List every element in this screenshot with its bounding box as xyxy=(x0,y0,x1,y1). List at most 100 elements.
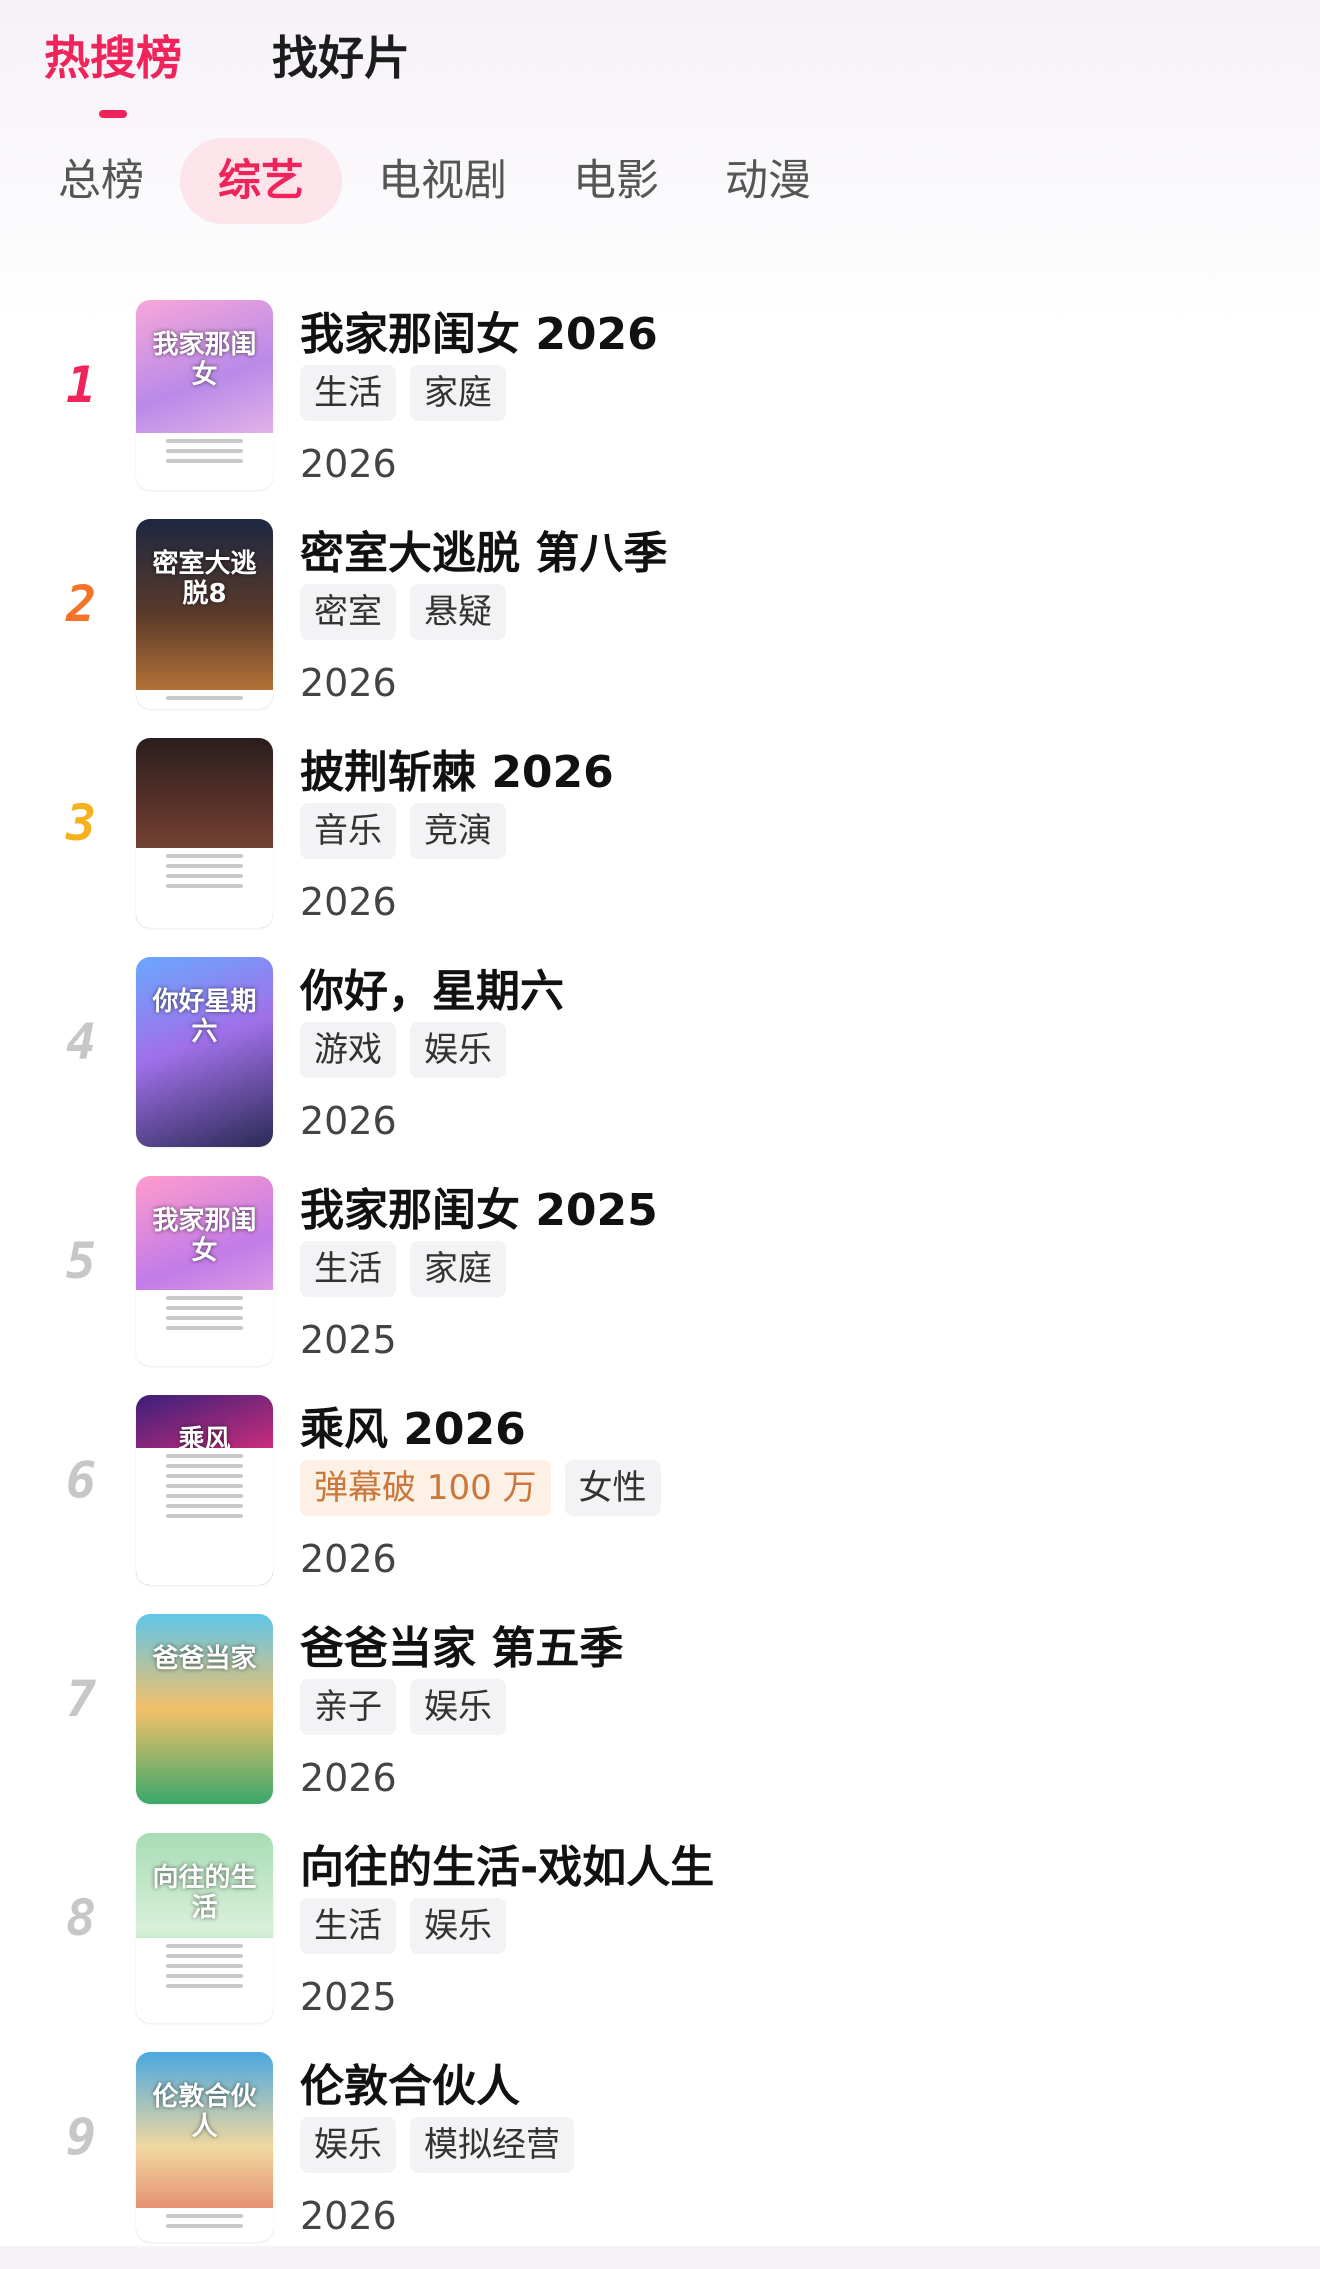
genre-tag: 亲子 xyxy=(300,1679,396,1735)
tab-find-good-shows-label: 找好片 xyxy=(272,31,410,85)
show-title[interactable]: 伦敦合伙人 xyxy=(300,2050,520,2114)
show-row[interactable]: 4 你好星期六 你好，星期六 游戏 娱乐 2026 xyxy=(0,955,1320,1174)
show-title[interactable]: 披荆斩棘 2026 xyxy=(300,736,614,800)
category-tab-variety[interactable]: 综艺 xyxy=(180,138,342,224)
poster-sponsor-strip xyxy=(136,1290,273,1366)
show-tags: 音乐 竞演 xyxy=(300,803,506,859)
show-year: 2026 xyxy=(300,442,397,486)
active-tab-indicator xyxy=(99,110,127,118)
genre-tag: 娱乐 xyxy=(410,1022,506,1078)
tab-find-good-shows[interactable]: 找好片 xyxy=(272,22,410,118)
show-row[interactable]: 8 向往的生活 向往的生活-戏如人生 生活 娱乐 2025 xyxy=(0,1831,1320,2050)
show-poster[interactable]: 你好星期六 xyxy=(136,957,273,1147)
category-tab-tv-series[interactable]: 电视剧 xyxy=(378,138,507,224)
poster-logo-text: 密室大逃脱8 xyxy=(152,549,257,609)
show-year: 2026 xyxy=(300,1099,397,1143)
poster-logo-text: 你好星期六 xyxy=(152,987,257,1047)
poster-sponsor-strip xyxy=(136,1448,273,1585)
category-tab-overall[interactable]: 总榜 xyxy=(58,138,144,224)
show-tags: 生活 娱乐 xyxy=(300,1898,506,1954)
top-tab-bar: 热搜榜 找好片 xyxy=(44,22,410,118)
genre-tag: 密室 xyxy=(300,584,396,640)
show-year: 2026 xyxy=(300,880,397,924)
genre-tag: 家庭 xyxy=(410,365,506,421)
category-tab-movies[interactable]: 电影 xyxy=(573,138,659,224)
poster-logo-text: 爸爸当家 xyxy=(152,1644,257,1674)
show-year: 2026 xyxy=(300,2194,397,2238)
show-poster[interactable]: 乘风 2026 xyxy=(136,1395,273,1585)
show-year: 2025 xyxy=(300,1318,397,1362)
genre-tag: 游戏 xyxy=(300,1022,396,1078)
poster-art xyxy=(136,519,273,709)
genre-tag: 家庭 xyxy=(410,1241,506,1297)
show-row[interactable]: 5 我家那闺女 我家那闺女 2025 生活 家庭 2025 xyxy=(0,1174,1320,1393)
genre-tag: 女性 xyxy=(564,1460,661,1516)
show-tags: 娱乐 模拟经营 xyxy=(300,2117,574,2173)
show-row[interactable]: 3 披荆斩棘 2026 音乐 竞演 2026 xyxy=(0,736,1320,955)
poster-logo-text: 向往的生活 xyxy=(152,1863,257,1923)
genre-tag: 娱乐 xyxy=(410,1679,506,1735)
show-title[interactable]: 爸爸当家 第五季 xyxy=(300,1612,623,1676)
show-poster[interactable]: 向往的生活 xyxy=(136,1833,273,2023)
poster-sponsor-strip xyxy=(136,848,273,928)
genre-tag: 娱乐 xyxy=(410,1898,506,1954)
poster-sponsor-strip xyxy=(136,2207,273,2242)
show-title[interactable]: 你好，星期六 xyxy=(300,955,564,1019)
poster-art xyxy=(136,1614,273,1804)
show-row[interactable]: 9 伦敦合伙人 伦敦合伙人 娱乐 模拟经营 2026 xyxy=(0,2050,1320,2269)
tab-hot-search[interactable]: 热搜榜 xyxy=(44,22,182,118)
rank-number: 5 xyxy=(65,1232,97,1290)
show-title[interactable]: 我家那闺女 2026 xyxy=(300,298,658,362)
show-poster[interactable]: 我家那闺女 xyxy=(136,1176,273,1366)
genre-tag: 模拟经营 xyxy=(410,2117,574,2173)
genre-tag: 音乐 xyxy=(300,803,396,859)
show-row[interactable]: 6乘风 2026乘风 2026弹幕破 100 万女性2026 xyxy=(0,1393,1320,1612)
ranking-list: 1 我家那闺女 我家那闺女 2026 生活 家庭 2026 2 密室大逃脱8 密室大逃脱 第八季… xyxy=(0,298,1320,2269)
show-poster[interactable]: 我家那闺女 xyxy=(136,300,273,490)
show-year: 2026 xyxy=(300,1756,397,1800)
show-row[interactable]: 7 爸爸当家 爸爸当家 第五季 亲子 娱乐 2026 xyxy=(0,1612,1320,1831)
show-row[interactable]: 2 密室大逃脱8 密室大逃脱 第八季 密室 悬疑 2026 xyxy=(0,517,1320,736)
show-tags: 生活 家庭 xyxy=(300,1241,506,1297)
show-row[interactable]: 1 我家那闺女 我家那闺女 2026 生活 家庭 2026 xyxy=(0,298,1320,517)
poster-sponsor-strip xyxy=(136,433,273,490)
show-poster[interactable]: 爸爸当家 xyxy=(136,1614,273,1804)
genre-tag: 悬疑 xyxy=(410,584,506,640)
hot-badge: 弹幕破 100 万 xyxy=(300,1460,551,1516)
show-title[interactable]: 我家那闺女 2025 xyxy=(300,1174,658,1238)
show-title[interactable]: 向往的生活-戏如人生 xyxy=(300,1831,714,1895)
genre-tag: 娱乐 xyxy=(300,2117,396,2173)
show-year: 2025 xyxy=(300,1975,397,2019)
poster-logo-text: 我家那闺女 xyxy=(152,1206,257,1266)
show-poster[interactable] xyxy=(136,738,273,928)
rank-number: 2 xyxy=(65,575,97,633)
rank-number: 6 xyxy=(65,1451,97,1509)
tab-hot-search-label: 热搜榜 xyxy=(44,31,182,85)
show-year: 2026 xyxy=(300,661,397,705)
rank-number: 8 xyxy=(65,1889,97,1947)
category-tab-bar: 总榜 综艺 电视剧 电影 动漫 xyxy=(58,138,877,224)
rank-number: 3 xyxy=(65,794,97,852)
poster-sponsor-strip xyxy=(136,690,273,709)
rank-number: 7 xyxy=(65,1670,97,1728)
poster-logo-text: 我家那闺女 xyxy=(152,330,257,390)
show-poster[interactable]: 伦敦合伙人 xyxy=(136,2052,273,2242)
rank-number: 9 xyxy=(65,2108,97,2166)
category-tab-anime[interactable]: 动漫 xyxy=(725,138,811,224)
poster-sponsor-strip xyxy=(136,1937,273,2023)
genre-tag: 生活 xyxy=(300,1241,396,1297)
show-tags: 生活 家庭 xyxy=(300,365,506,421)
show-title[interactable]: 乘风 2026 xyxy=(300,1393,526,1457)
show-year: 2026 xyxy=(300,1537,397,1581)
show-tags: 游戏 娱乐 xyxy=(300,1022,506,1078)
show-tags: 亲子 娱乐 xyxy=(300,1679,506,1735)
show-tags: 弹幕破 100 万女性 xyxy=(300,1460,661,1516)
show-tags: 密室 悬疑 xyxy=(300,584,506,640)
show-title[interactable]: 密室大逃脱 第八季 xyxy=(300,517,667,581)
genre-tag: 竞演 xyxy=(410,803,506,859)
show-poster[interactable]: 密室大逃脱8 xyxy=(136,519,273,709)
genre-tag: 生活 xyxy=(300,1898,396,1954)
rank-number: 1 xyxy=(65,356,97,414)
rank-number: 4 xyxy=(65,1013,97,1071)
genre-tag: 生活 xyxy=(300,365,396,421)
